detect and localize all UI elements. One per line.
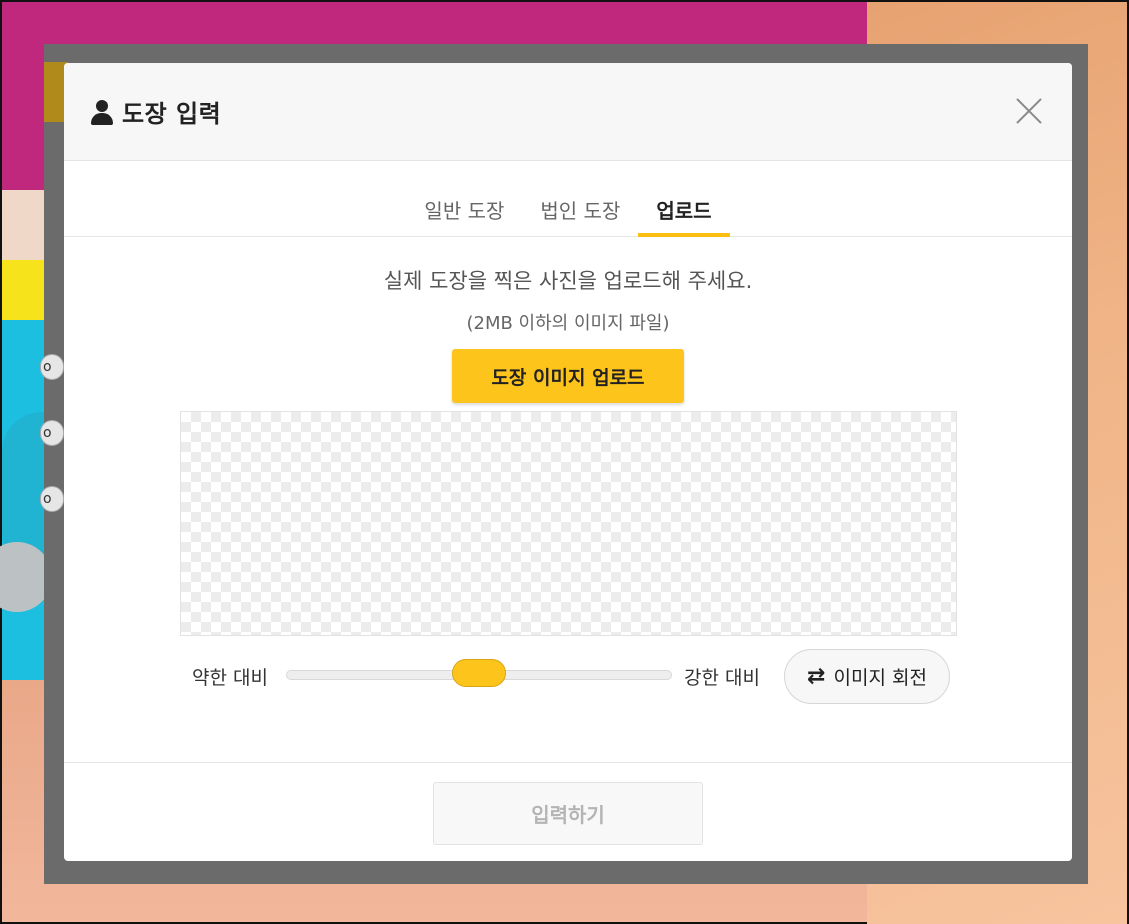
tab-upload[interactable]: 업로드 [638,195,730,237]
modal-title: 도장 입력 [122,100,222,128]
modal-footer: 입력하기 [64,762,1072,861]
background-pill: o [40,354,64,380]
upload-description: 실제 도장을 찍은 사진을 업로드해 주세요. [383,269,753,293]
stamp-type-tabs: 일반 도장 법인 도장 업로드 [64,161,1072,237]
stamp-input-modal: 도장 입력 일반 도장 법인 도장 업로드 실제 도장을 찍은 사진을 업로드해… [64,63,1072,861]
upload-limit-note: (2MB 이하의 이미지 파일) [466,313,670,334]
rotate-image-button[interactable]: ⇄ 이미지 회전 [784,649,950,704]
weak-contrast-label: 약한 대비 [192,667,268,689]
contrast-controls: 약한 대비 강한 대비 ⇄ 이미지 회전 [192,647,952,705]
rotate-image-label: 이미지 회전 [833,667,927,689]
rotate-icon: ⇄ [807,664,826,689]
tab-corporate-stamp[interactable]: 법인 도장 [522,195,638,236]
background-pill: o [40,420,64,446]
strong-contrast-label: 강한 대비 [684,667,760,689]
person-icon [90,98,114,126]
upload-stamp-image-button[interactable]: 도장 이미지 업로드 [452,349,684,403]
modal-header: 도장 입력 [64,63,1072,161]
contrast-slider-thumb[interactable] [452,659,506,687]
submit-button[interactable]: 입력하기 [433,782,703,845]
background-pill: o [40,486,64,512]
close-icon[interactable] [1014,96,1044,126]
tab-regular-stamp[interactable]: 일반 도장 [406,195,522,236]
stamp-image-preview [180,411,957,636]
